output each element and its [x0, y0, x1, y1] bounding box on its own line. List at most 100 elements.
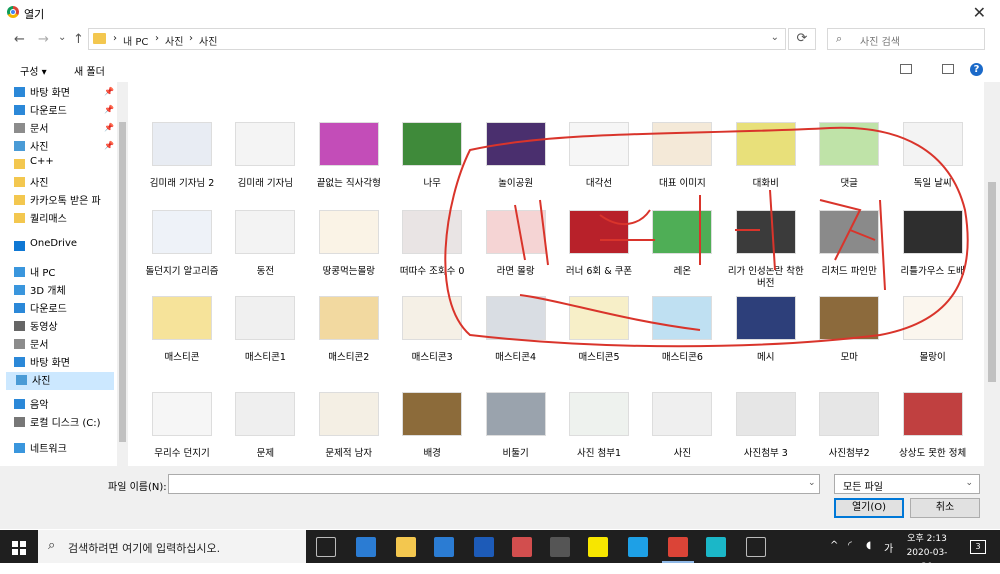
- file-item[interactable]: 대표 이미지: [642, 112, 722, 202]
- file-item[interactable]: 김미래 기자님: [225, 112, 305, 202]
- breadcrumb-pc[interactable]: 내 PC: [123, 33, 148, 48]
- file-item[interactable]: 러너 6회 & 쿠폰: [559, 200, 639, 290]
- sidebar-item-14[interactable]: 바탕 화면: [14, 354, 70, 372]
- filename-input[interactable]: [168, 474, 820, 494]
- app-icon[interactable]: [706, 537, 726, 557]
- file-item[interactable]: 매스티콘2: [309, 286, 389, 376]
- file-item[interactable]: 땅콩먹는몰랑: [309, 200, 389, 290]
- notification-badge[interactable]: 3: [970, 540, 986, 554]
- file-item[interactable]: 매스티콘5: [559, 286, 639, 376]
- sidebar-scrollbar-thumb[interactable]: [119, 122, 126, 442]
- chevron-down-icon[interactable]: ⌄: [771, 32, 779, 43]
- file-item[interactable]: 매스티콘1: [225, 286, 305, 376]
- taskbar-search[interactable]: ⌕ 검색하려면 여기에 입력하십시오.: [38, 530, 306, 563]
- address-bar[interactable]: › 내 PC › 사진 › 사진 ⌄: [88, 28, 786, 50]
- sidebar-item-11[interactable]: 다운로드: [14, 300, 67, 318]
- volume-icon[interactable]: ◖: [866, 540, 871, 551]
- sidebar-item-15[interactable]: 사진: [6, 372, 114, 390]
- sidebar-item-3[interactable]: 사진 📌: [14, 138, 114, 156]
- file-item[interactable]: 돌던지기 알고리즘: [142, 200, 222, 290]
- file-item[interactable]: 메시: [726, 286, 806, 376]
- sidebar-item-0[interactable]: 바탕 화면 📌: [14, 84, 114, 102]
- internet-explorer-icon[interactable]: [628, 537, 648, 557]
- new-folder-button[interactable]: 새 폴더: [74, 63, 105, 78]
- sidebar-item-7[interactable]: 퀄리매스: [14, 210, 67, 228]
- file-item[interactable]: 배경: [392, 382, 472, 466]
- file-item[interactable]: 매스티콘6: [642, 286, 722, 376]
- store-icon[interactable]: [434, 537, 454, 557]
- sidebar-item-17[interactable]: 로컬 디스크 (C:): [14, 414, 101, 432]
- forward-button[interactable]: →: [38, 32, 49, 47]
- chrome-icon[interactable]: [662, 537, 694, 563]
- file-item[interactable]: 비둘기: [476, 382, 556, 466]
- sidebar-item-16[interactable]: 음악: [14, 396, 48, 414]
- file-item[interactable]: 매스티콘3: [392, 286, 472, 376]
- file-item[interactable]: 레온: [642, 200, 722, 290]
- file-item[interactable]: 리틀가우스 도배: [893, 200, 973, 290]
- preview-pane-icon[interactable]: [942, 64, 954, 74]
- calculator-icon[interactable]: [550, 537, 570, 557]
- file-item[interactable]: 매스티콘: [142, 286, 222, 376]
- back-button[interactable]: ←: [14, 32, 25, 47]
- file-item[interactable]: 김미래 기자님 2: [142, 112, 222, 202]
- sidebar-item-18[interactable]: 네트워크: [14, 440, 67, 458]
- file-item[interactable]: 사진: [642, 382, 722, 466]
- file-item[interactable]: 문제: [225, 382, 305, 466]
- file-item[interactable]: 대화비: [726, 112, 806, 202]
- sidebar-item-6[interactable]: 카카오톡 받은 파: [14, 192, 101, 210]
- clock[interactable]: 오후 2:13 2020-03-20: [904, 532, 950, 574]
- view-options-icon[interactable]: [900, 64, 912, 74]
- network-icon[interactable]: ◜: [848, 540, 852, 551]
- search-box[interactable]: ⌕ 사진 검색: [827, 28, 985, 50]
- sidebar-item-1[interactable]: 다운로드 📌: [14, 102, 114, 120]
- sidebar-item-4[interactable]: C++: [14, 156, 54, 174]
- file-item[interactable]: 떠따수 조회수 0: [392, 200, 472, 290]
- sidebar-item-2[interactable]: 문서 📌: [14, 120, 114, 138]
- file-item[interactable]: 사진첨부 3: [726, 382, 806, 466]
- paint-icon[interactable]: [512, 537, 532, 557]
- content-scrollbar[interactable]: [984, 82, 1000, 466]
- sidebar-item-8[interactable]: OneDrive: [14, 238, 77, 256]
- dev-cpp-icon[interactable]: [474, 537, 494, 557]
- file-item[interactable]: 대각선: [559, 112, 639, 202]
- file-item[interactable]: 무리수 던지기: [142, 382, 222, 466]
- kakaotalk-icon[interactable]: [588, 537, 608, 557]
- file-item[interactable]: 리처드 파인만: [809, 200, 889, 290]
- refresh-button[interactable]: ⟳: [788, 28, 816, 50]
- task-view-icon[interactable]: [316, 537, 336, 557]
- breadcrumb-pictures-sub[interactable]: 사진: [199, 33, 217, 48]
- file-item[interactable]: 상상도 못한 정체: [893, 382, 973, 466]
- file-explorer-icon[interactable]: [396, 537, 416, 557]
- file-item[interactable]: 몰랑이: [893, 286, 973, 376]
- sidebar-item-5[interactable]: 사진: [14, 174, 48, 192]
- file-item[interactable]: 동전: [225, 200, 305, 290]
- mail-icon[interactable]: [356, 537, 376, 557]
- file-item[interactable]: 독일 날씨: [893, 112, 973, 202]
- file-item[interactable]: 끝없는 직사각형: [309, 112, 389, 202]
- open-button[interactable]: 열기(O): [834, 498, 904, 518]
- file-item[interactable]: 놀이공원: [476, 112, 556, 202]
- file-item[interactable]: 문제적 남자: [309, 382, 389, 466]
- sidebar-item-12[interactable]: 동영상: [14, 318, 58, 336]
- settings-icon[interactable]: [746, 537, 766, 557]
- sidebar-item-9[interactable]: 내 PC: [14, 264, 55, 282]
- windows-start-icon[interactable]: [12, 541, 26, 555]
- sidebar-scrollbar[interactable]: [117, 82, 128, 466]
- file-item[interactable]: 사진 첨부1: [559, 382, 639, 466]
- file-item[interactable]: 매스티콘4: [476, 286, 556, 376]
- up-button[interactable]: ↑: [73, 32, 84, 47]
- filetype-select[interactable]: 모든 파일 ⌄: [834, 474, 980, 494]
- help-button[interactable]: ?: [970, 63, 983, 76]
- file-item[interactable]: 댓글: [809, 112, 889, 202]
- organize-button[interactable]: 구성 ▾: [20, 63, 47, 78]
- recent-locations-button[interactable]: ⌄: [58, 32, 66, 43]
- sidebar-item-13[interactable]: 문서: [14, 336, 48, 354]
- breadcrumb-pictures[interactable]: 사진: [165, 33, 183, 48]
- cancel-button[interactable]: 취소: [910, 498, 980, 518]
- file-item[interactable]: 라면 몰랑: [476, 200, 556, 290]
- chevron-up-icon[interactable]: ^: [830, 540, 838, 551]
- file-item[interactable]: 나무: [392, 112, 472, 202]
- chevron-down-icon[interactable]: ⌄: [808, 478, 816, 488]
- content-scrollbar-thumb[interactable]: [988, 182, 996, 382]
- file-item[interactable]: 모마: [809, 286, 889, 376]
